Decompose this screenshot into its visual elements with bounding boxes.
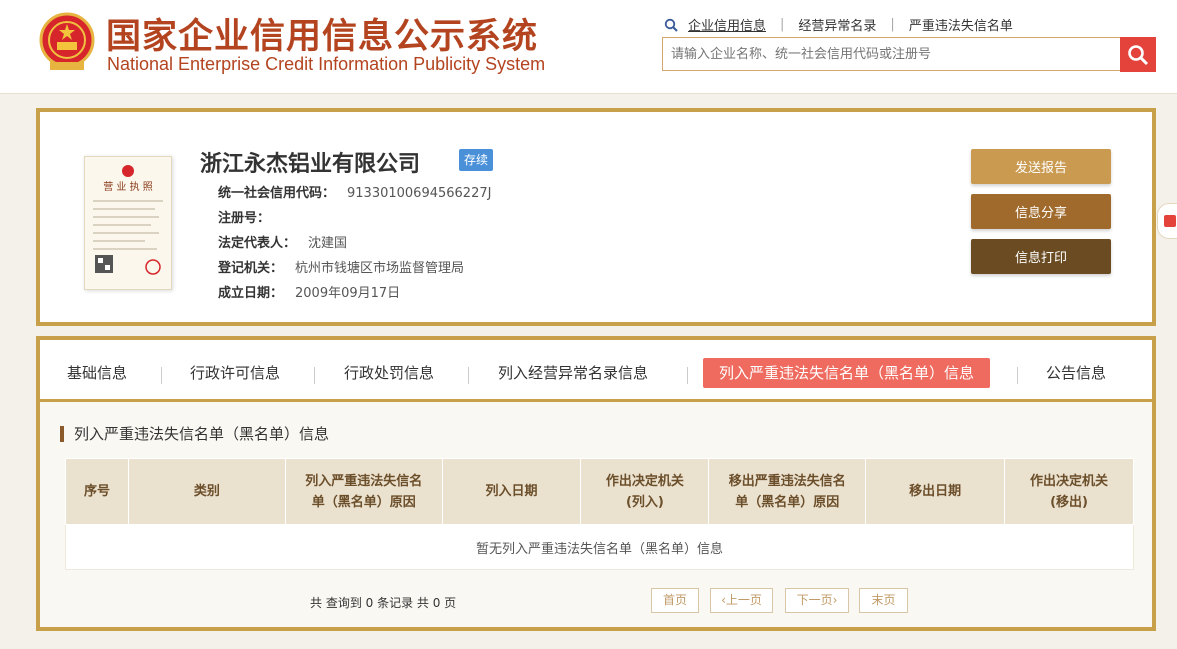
col-header-line: 单（黑名单）原因 <box>735 494 840 510</box>
tab-divider <box>161 367 162 384</box>
business-license-image[interactable]: 营 业 执 照 <box>84 156 172 290</box>
col-header-line: 作出决定机关 <box>1030 473 1109 489</box>
pager-summary: 共 查询到 0 条记录 共 0 页 <box>310 596 457 610</box>
blacklist-table: 序号 类别 列入严重违法失信名 单（黑名单）原因 列入日期 作出决定机关 (列入) … <box>65 458 1134 570</box>
col-header-line: 类别 <box>193 484 220 499</box>
empty-message: 暂无列入严重违法失信名单（黑名单）信息 <box>65 524 1134 570</box>
chevron-right-icon: › <box>832 593 838 607</box>
search-icon <box>1128 44 1149 65</box>
company-name: 浙江永杰铝业有限公司 <box>200 152 421 177</box>
tab-admin-penalty[interactable]: 行政处罚信息 <box>344 358 434 388</box>
tab-admin-license[interactable]: 行政许可信息 <box>190 358 280 388</box>
table-row: 暂无列入严重违法失信名单（黑名单）信息 <box>65 524 1134 570</box>
company-card: 营 业 执 照 浙江永杰铝业有限公司 存续 统一社会信用代码： 913301006… <box>36 108 1156 326</box>
info-row-founded: 成立日期： 2009年09月17日 <box>218 282 400 301</box>
tab-divider <box>314 367 315 384</box>
tab-divider <box>468 367 469 384</box>
nav-credit-info[interactable]: 企业信用信息 <box>688 15 766 34</box>
magnifier-icon <box>664 18 678 32</box>
svg-text:营 业 执 照: 营 业 执 照 <box>103 180 153 193</box>
col-header-line: 作出决定机关 <box>605 473 684 489</box>
tab-basic-info[interactable]: 基础信息 <box>67 358 127 388</box>
col-header-line: 列入日期 <box>485 484 538 499</box>
nav-abnormal-list[interactable]: 经营异常名录 <box>798 15 876 34</box>
col-header: 列入严重违法失信名 单（黑名单）原因 <box>284 458 443 525</box>
col-header: 移出严重违法失信名 单（黑名单）原因 <box>708 458 867 525</box>
info-row-credit-code: 统一社会信用代码： 91330100694566227J <box>218 182 491 201</box>
first-page-button[interactable]: 首页 <box>651 588 699 613</box>
prev-page-label: 上一页 <box>725 593 762 607</box>
info-row-authority: 登记机关： 杭州市钱塘区市场监督管理局 <box>218 257 464 276</box>
tab-divider <box>1017 367 1018 384</box>
tab-divider <box>687 367 688 384</box>
top-nav: 企业信用信息 | 经营异常名录 | 严重违法失信名单 <box>664 15 1013 34</box>
col-header: 作出决定机关 (列入) <box>580 458 710 525</box>
col-header-line: 序号 <box>83 484 110 499</box>
section-title: 列入严重违法失信名单（黑名单）信息 <box>60 426 329 442</box>
col-header: 作出决定机关 (移出) <box>1004 458 1134 525</box>
col-header-line: 列入严重违法失信名 <box>305 473 423 489</box>
nav-divider: | <box>780 17 785 32</box>
col-header-line: (移出) <box>1050 494 1088 510</box>
search-button[interactable] <box>1120 37 1156 72</box>
prev-page-button[interactable]: ‹上一页 <box>710 588 773 613</box>
col-header-line: 移出日期 <box>909 484 962 499</box>
col-header-line: 移出严重违法失信名 <box>728 473 846 489</box>
site-header: 国家企业信用信息公示系统 National Enterprise Credit … <box>0 0 1177 94</box>
next-page-button[interactable]: 下一页› <box>785 588 849 613</box>
nav-blacklist[interactable]: 严重违法失信名单 <box>909 15 1013 34</box>
col-header: 列入日期 <box>441 458 582 525</box>
col-header: 移出日期 <box>865 458 1006 525</box>
send-report-button[interactable]: 发送报告 <box>971 149 1111 184</box>
tab-content: 列入严重违法失信名单（黑名单）信息 序号 类别 列入严重违法失信名 单（黑名单）原… <box>40 402 1152 627</box>
tab-bar: 基础信息 行政许可信息 行政处罚信息 列入经营异常名录信息 列入严重违法失信名单… <box>40 340 1152 402</box>
float-tab-icon <box>1164 215 1176 227</box>
field-label: 法定代表人： <box>218 236 297 251</box>
info-panel: 基础信息 行政许可信息 行政处罚信息 列入经营异常名录信息 列入严重违法失信名单… <box>36 336 1156 631</box>
col-header: 类别 <box>127 458 286 525</box>
field-label: 登记机关： <box>218 261 284 276</box>
next-page-label: 下一页 <box>796 593 833 607</box>
share-info-button[interactable]: 信息分享 <box>971 194 1111 229</box>
field-label: 统一社会信用代码： <box>218 186 336 201</box>
last-page-button[interactable]: 末页 <box>859 588 908 613</box>
search-input[interactable] <box>663 38 1120 70</box>
col-header-line: (列入) <box>625 494 664 510</box>
tab-announcements[interactable]: 公告信息 <box>1046 358 1106 388</box>
national-emblem-icon <box>39 12 95 70</box>
print-info-button[interactable]: 信息打印 <box>971 239 1111 274</box>
info-row-legal-rep: 法定代表人： 沈建国 <box>218 232 347 251</box>
status-badge: 存续 <box>459 149 494 171</box>
field-value: 91330100694566227J <box>347 186 492 201</box>
nav-divider: | <box>890 17 895 32</box>
search-box <box>662 37 1121 71</box>
info-row-reg-number: 注册号： <box>218 207 282 226</box>
field-value: 2009年09月17日 <box>295 286 401 301</box>
license-thumbnail-icon: 营 业 执 照 <box>93 165 163 275</box>
tab-blacklist[interactable]: 列入严重违法失信名单（黑名单）信息 <box>703 358 991 388</box>
site-title-cn: 国家企业信用信息公示系统 <box>106 17 539 57</box>
site-title-en: National Enterprise Credit Information P… <box>107 54 546 74</box>
field-label: 注册号： <box>218 211 271 226</box>
col-header: 序号 <box>65 458 129 525</box>
field-label: 成立日期： <box>218 286 284 301</box>
tab-abnormal-list[interactable]: 列入经营异常名录信息 <box>498 358 648 388</box>
table-header-row: 序号 类别 列入严重违法失信名 单（黑名单）原因 列入日期 作出决定机关 (列入) … <box>65 458 1134 525</box>
field-value: 沈建国 <box>308 236 348 251</box>
field-value: 杭州市钱塘区市场监督管理局 <box>295 261 465 276</box>
side-float-tab[interactable] <box>1157 203 1177 239</box>
col-header-line: 单（黑名单）原因 <box>311 494 416 510</box>
